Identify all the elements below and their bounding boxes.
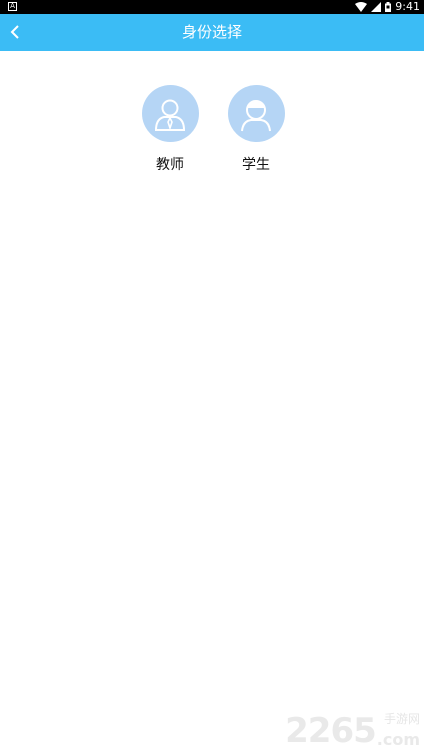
battery-icon: [385, 2, 392, 12]
chevron-left-icon: [10, 25, 19, 39]
page-title: 身份选择: [181, 23, 242, 41]
watermark-logo: 2265 .com 手游网: [285, 711, 420, 751]
role-option-teacher[interactable]: 教师: [130, 85, 210, 174]
teacher-avatar-icon: [154, 99, 186, 131]
title-bar: 身份选择: [0, 14, 424, 51]
back-button[interactable]: [4, 20, 26, 44]
teacher-avatar[interactable]: [141, 85, 199, 142]
role-label-student[interactable]: 学生: [242, 154, 270, 174]
status-icons: 9:41: [355, 0, 420, 14]
wifi-icon: [355, 2, 368, 12]
student-avatar-icon: [241, 99, 271, 131]
watermark-suffix: .com: [376, 730, 420, 749]
signal-icon: [371, 2, 382, 12]
role-label-teacher[interactable]: 教师: [156, 154, 184, 174]
status-time: 9:41: [395, 0, 420, 13]
watermark-text: 手游网: [383, 712, 420, 726]
watermark-number: 2265: [285, 711, 377, 751]
status-bar: A 9:41: [0, 0, 424, 14]
student-avatar[interactable]: [227, 85, 285, 142]
role-option-student[interactable]: 学生: [216, 85, 296, 174]
notification-icon: A: [8, 2, 17, 11]
